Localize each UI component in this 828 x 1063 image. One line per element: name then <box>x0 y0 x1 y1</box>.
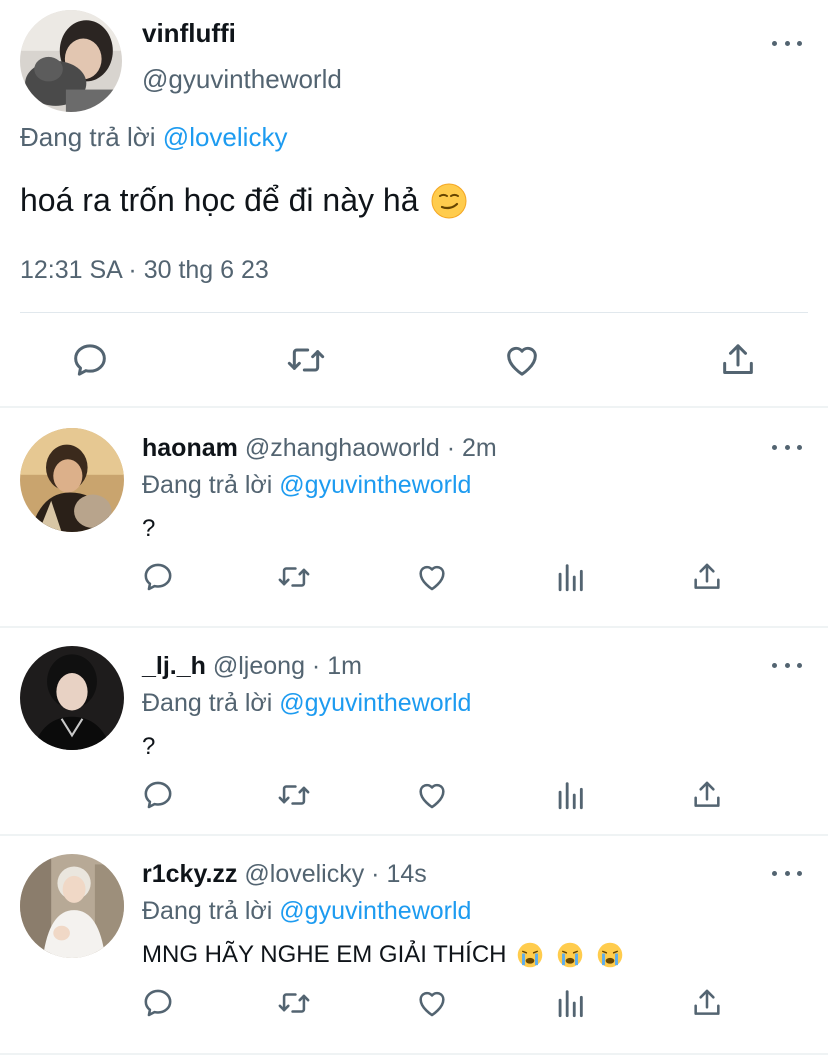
display-name[interactable]: _lj._h <box>142 652 206 680</box>
tweet-text: hoá ra trốn học để đi này hả <box>20 182 467 219</box>
retweet-icon[interactable] <box>286 340 326 380</box>
reply-header: _lj._h @ljeong · 1m <box>142 652 362 681</box>
avatar[interactable] <box>20 854 124 958</box>
replying-to: Đang trả lời @lovelicky <box>20 122 287 153</box>
tweet-text: ? <box>142 733 156 760</box>
like-icon[interactable] <box>502 340 542 380</box>
tweet-text-content: hoá ra trốn học để đi này hả <box>20 182 419 218</box>
share-icon[interactable] <box>690 778 724 812</box>
handle-time[interactable]: @zhanghaoworld · 2m <box>245 434 497 462</box>
tweet-timestamp[interactable]: 12:31 SA · 30 thg 6 23 <box>20 256 269 285</box>
loudly-crying-face-emoji <box>597 942 623 968</box>
reply-icon[interactable] <box>141 560 175 594</box>
avatar[interactable] <box>20 646 124 750</box>
more-options-icon[interactable] <box>772 868 802 878</box>
retweet-icon[interactable] <box>277 778 311 812</box>
replying-to-link[interactable]: @lovelicky <box>163 122 288 152</box>
user-handle[interactable]: @gyuvintheworld <box>142 64 342 95</box>
replying-to: Đang trả lời @gyuvintheworld <box>142 471 471 500</box>
divider <box>20 312 808 313</box>
share-icon[interactable] <box>690 560 724 594</box>
views-icon[interactable] <box>553 778 587 812</box>
display-name[interactable]: vinfluffi <box>142 18 236 49</box>
tweet-text: ? <box>142 515 156 542</box>
more-options-icon[interactable] <box>772 442 802 452</box>
handle-time[interactable]: @ljeong · 1m <box>213 652 362 680</box>
replying-to-link[interactable]: @gyuvintheworld <box>279 471 471 499</box>
tweet-text: MNG HÃY NGHE EM GIẢI THÍCH <box>142 941 623 969</box>
reply-header: haonam @zhanghaoworld · 2m <box>142 434 497 463</box>
more-options-icon[interactable] <box>772 38 802 48</box>
reply-icon[interactable] <box>70 340 110 380</box>
views-icon[interactable] <box>553 560 587 594</box>
display-name[interactable]: r1cky.zz <box>142 860 237 888</box>
replying-to-link[interactable]: @gyuvintheworld <box>279 689 471 717</box>
smirking-face-emoji <box>431 183 467 219</box>
replying-prefix: Đang trả lời <box>142 897 273 925</box>
more-options-icon[interactable] <box>772 660 802 670</box>
replying-to: Đang trả lời @gyuvintheworld <box>142 897 471 926</box>
main-tweet: vinfluffi @gyuvintheworld Đang trả lời @… <box>0 0 828 408</box>
replying-to-link[interactable]: @gyuvintheworld <box>279 897 471 925</box>
reply-icon[interactable] <box>141 986 175 1020</box>
tweet-text-content: MNG HÃY NGHE EM GIẢI THÍCH <box>142 941 507 968</box>
reply-tweet[interactable]: haonam @zhanghaoworld · 2m Đang trả lời … <box>0 410 828 628</box>
reply-tweet[interactable]: r1cky.zz @lovelicky · 14s Đang trả lời @… <box>0 836 828 1055</box>
retweet-icon[interactable] <box>277 560 311 594</box>
replying-to: Đang trả lời @gyuvintheworld <box>142 689 471 718</box>
reply-tweet[interactable]: _lj._h @ljeong · 1m Đang trả lời @gyuvin… <box>0 628 828 836</box>
avatar[interactable] <box>20 10 122 112</box>
reply-icon[interactable] <box>141 778 175 812</box>
share-icon[interactable] <box>690 986 724 1020</box>
replying-prefix: Đang trả lời <box>142 471 273 499</box>
reply-header: r1cky.zz @lovelicky · 14s <box>142 860 427 889</box>
loudly-crying-face-emoji <box>557 942 583 968</box>
like-icon[interactable] <box>415 560 449 594</box>
display-name[interactable]: haonam <box>142 434 238 462</box>
avatar[interactable] <box>20 428 124 532</box>
views-icon[interactable] <box>553 986 587 1020</box>
share-icon[interactable] <box>718 340 758 380</box>
replying-prefix: Đang trả lời <box>142 689 273 717</box>
handle-time[interactable]: @lovelicky · 14s <box>244 860 426 888</box>
like-icon[interactable] <box>415 986 449 1020</box>
loudly-crying-face-emoji <box>517 942 543 968</box>
retweet-icon[interactable] <box>277 986 311 1020</box>
like-icon[interactable] <box>415 778 449 812</box>
replying-prefix: Đang trả lời <box>20 122 156 152</box>
